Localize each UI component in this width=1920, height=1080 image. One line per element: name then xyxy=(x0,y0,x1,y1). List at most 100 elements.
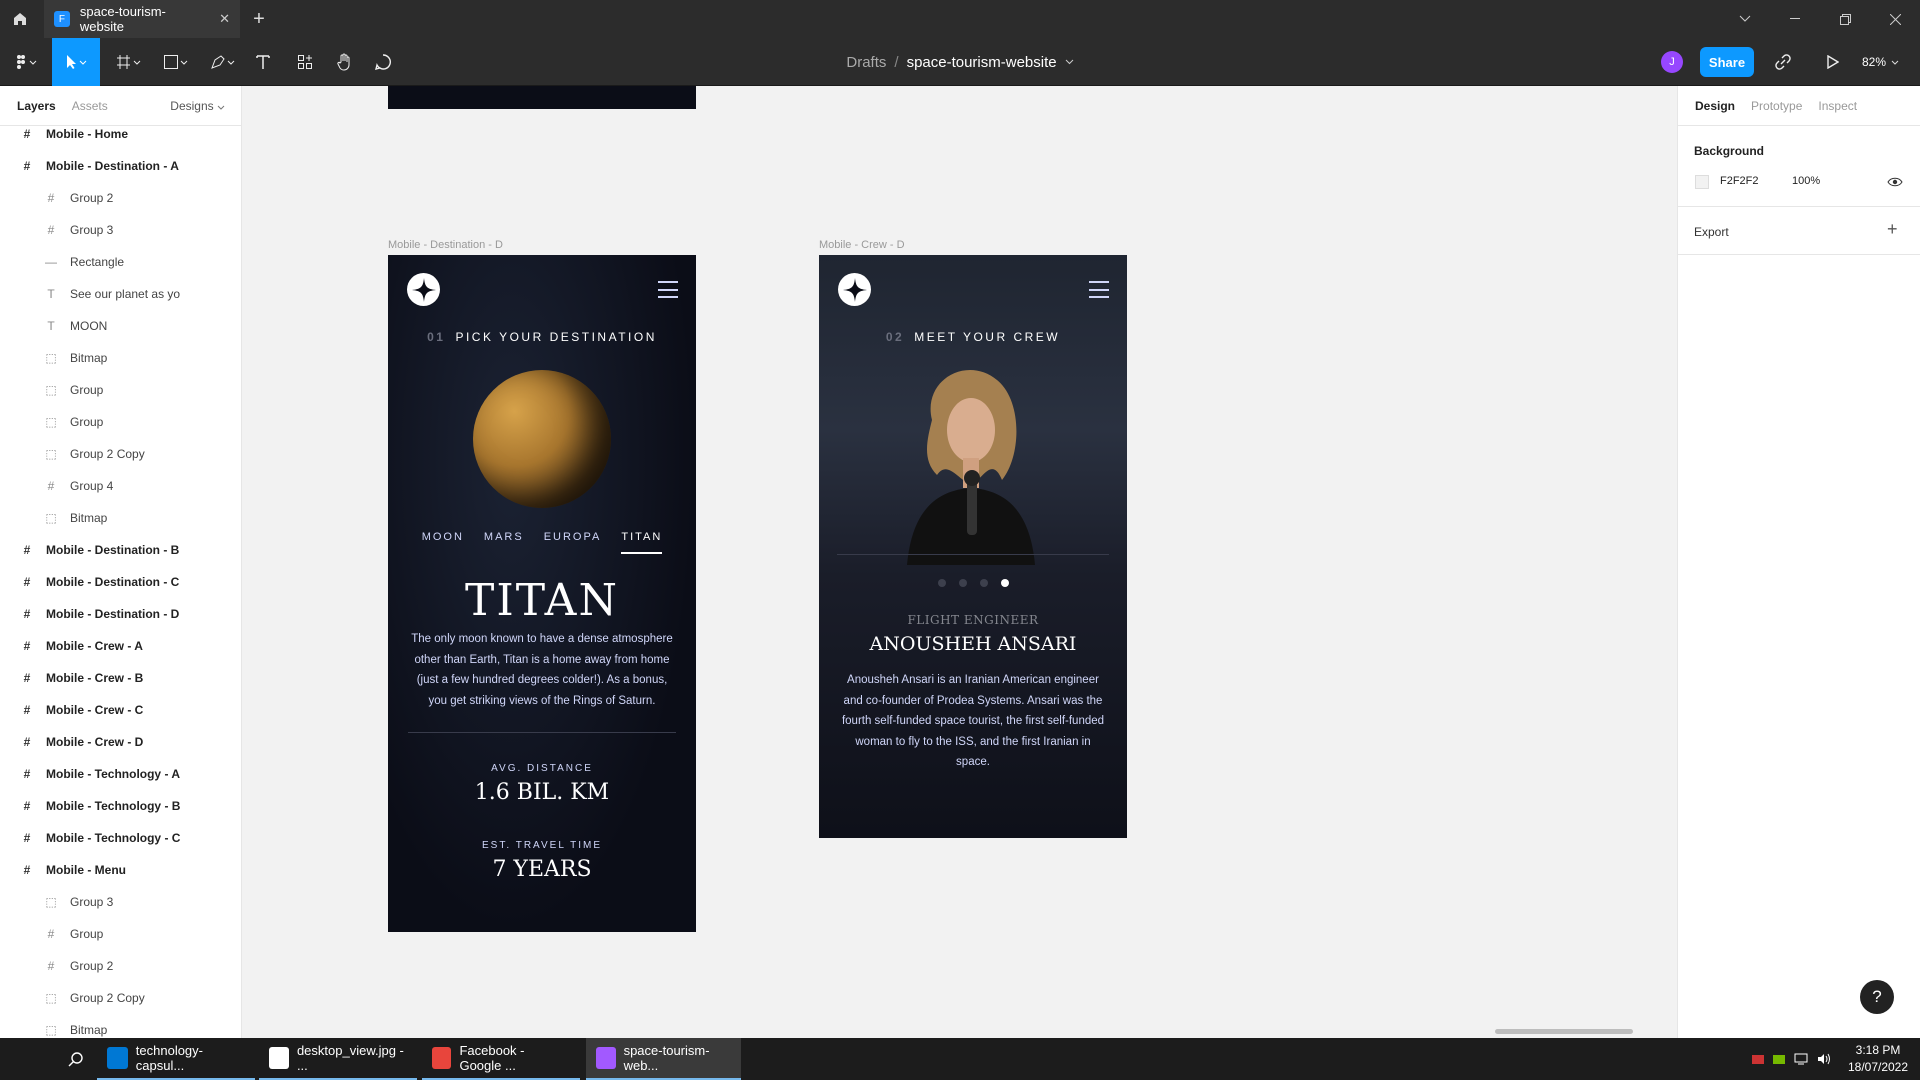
layer-row[interactable]: # Mobile - Destination - C xyxy=(0,566,241,598)
layer-row[interactable]: # Group 2 xyxy=(0,182,241,214)
move-tool-button[interactable] xyxy=(52,38,100,86)
layer-row[interactable]: # Mobile - Menu xyxy=(0,854,241,886)
background-hex[interactable]: F2F2F2 xyxy=(1720,175,1759,187)
present-button[interactable] xyxy=(1812,38,1854,86)
tab-assets[interactable]: Assets xyxy=(72,99,108,113)
layer-row[interactable]: # Mobile - Home xyxy=(0,118,241,150)
tab-space-tourism-website[interactable]: F space-tourism-website ✕ xyxy=(44,0,240,38)
help-button[interactable]: ? xyxy=(1860,980,1894,1014)
frame-icon: # xyxy=(23,127,31,141)
layer-row[interactable]: # Mobile - Crew - D xyxy=(0,726,241,758)
resources-button[interactable] xyxy=(284,38,326,86)
layer-row[interactable]: ⬚ Bitmap xyxy=(0,1014,241,1038)
taskbar-app-label: space-tourism-web... xyxy=(623,1043,710,1073)
pages-label: Designs xyxy=(170,98,214,113)
pages-dropdown[interactable]: Designs xyxy=(170,99,225,113)
layer-row[interactable]: # Group 4 xyxy=(0,470,241,502)
taskbar-app[interactable]: Facebook - Google ... xyxy=(422,1038,580,1080)
layer-row[interactable]: # Mobile - Technology - B xyxy=(0,790,241,822)
zoom-dropdown[interactable]: 82% xyxy=(1862,38,1914,86)
search-button[interactable] xyxy=(55,1038,97,1080)
search-icon xyxy=(68,1052,83,1067)
pagination-dot xyxy=(937,579,946,587)
layer-row[interactable]: # Mobile - Crew - A xyxy=(0,630,241,662)
layer-row[interactable]: # Mobile - Crew - B xyxy=(0,662,241,694)
copy-link-button[interactable] xyxy=(1762,38,1804,86)
layer-row[interactable]: ⬚ Group 2 Copy xyxy=(0,438,241,470)
frame-mobile-destination-d[interactable]: 01 PICK YOUR DESTINATION MOON MARS EUROPA… xyxy=(388,255,696,932)
frame-label-crew[interactable]: Mobile - Crew - D xyxy=(819,239,905,251)
restore-button[interactable] xyxy=(1820,0,1870,38)
share-button[interactable]: Share xyxy=(1700,47,1754,77)
network-icon[interactable] xyxy=(1794,1053,1808,1065)
add-export-button[interactable]: + xyxy=(1887,219,1898,240)
layer-label: Mobile - Menu xyxy=(46,863,126,877)
background-swatch[interactable] xyxy=(1695,175,1709,189)
layer-row[interactable]: ⬚ Bitmap xyxy=(0,502,241,534)
frame-icon: # xyxy=(23,831,31,845)
image-icon: ⬚ xyxy=(45,991,57,1005)
taskbar-app[interactable]: technology-capsul... xyxy=(97,1038,255,1080)
layer-row[interactable]: ⬚ Bitmap xyxy=(0,342,241,374)
close-window-button[interactable] xyxy=(1870,0,1920,38)
layer-row[interactable]: # Mobile - Destination - D xyxy=(0,598,241,630)
layer-row[interactable]: # Group xyxy=(0,918,241,950)
minimize-button[interactable] xyxy=(1770,0,1820,38)
taskbar-app[interactable]: space-tourism-web... xyxy=(586,1038,741,1080)
dropdown-button[interactable] xyxy=(1720,0,1770,38)
volume-icon[interactable] xyxy=(1817,1053,1831,1065)
shape-tool-button[interactable] xyxy=(155,38,197,86)
layer-row[interactable]: # Group 2 xyxy=(0,950,241,982)
layer-row[interactable]: ⬚ Group xyxy=(0,406,241,438)
layer-row[interactable]: T MOON xyxy=(0,310,241,342)
layer-row[interactable]: # Group 3 xyxy=(0,214,241,246)
image-icon: ⬚ xyxy=(45,415,57,429)
hand-tool-button[interactable] xyxy=(324,38,366,86)
travel-time-label: EST. TRAVEL TIME xyxy=(482,840,602,851)
frame-icon: # xyxy=(23,863,31,877)
layer-row[interactable]: T See our planet as yo xyxy=(0,278,241,310)
tab-inspect[interactable]: Inspect xyxy=(1818,99,1857,113)
text-tool-button[interactable] xyxy=(242,38,284,86)
layer-label: Mobile - Technology - A xyxy=(46,767,180,781)
pen-tool-button[interactable] xyxy=(202,38,244,86)
horizontal-scrollbar[interactable] xyxy=(1495,1029,1633,1034)
layers-panel: Layers Assets Designs # Mobile - Home # Mob… xyxy=(0,86,242,1038)
frame-mobile-home-partial[interactable] xyxy=(388,86,696,109)
eye-icon[interactable] xyxy=(1887,176,1903,188)
layer-row[interactable]: # Mobile - Technology - A xyxy=(0,758,241,790)
tab-design[interactable]: Design xyxy=(1695,99,1735,113)
crew-role: FLIGHT ENGINEER xyxy=(907,613,1039,627)
frame-tool-button[interactable] xyxy=(108,38,150,86)
main-menu-button[interactable] xyxy=(6,38,48,86)
layer-row[interactable]: ⬚ Group xyxy=(0,374,241,406)
new-tab-button[interactable]: + xyxy=(244,0,274,38)
layer-row[interactable]: — Rectangle xyxy=(0,246,241,278)
tab-prototype[interactable]: Prototype xyxy=(1751,99,1802,113)
breadcrumb-drafts[interactable]: Drafts xyxy=(846,54,886,71)
background-opacity[interactable]: 100% xyxy=(1792,175,1820,187)
layer-row[interactable]: ⬚ Group 3 xyxy=(0,886,241,918)
layer-row[interactable]: ⬚ Group 2 Copy xyxy=(0,982,241,1014)
taskbar-app[interactable]: desktop_view.jpg - ... xyxy=(259,1038,417,1080)
comment-tool-button[interactable] xyxy=(362,38,404,86)
layer-row[interactable]: # Mobile - Crew - C xyxy=(0,694,241,726)
flag-icon[interactable] xyxy=(1752,1054,1764,1064)
frame-label-destination[interactable]: Mobile - Destination - D xyxy=(388,239,503,251)
home-button[interactable] xyxy=(0,0,40,38)
layer-label: Mobile - Technology - B xyxy=(46,799,181,813)
divider xyxy=(408,732,676,733)
file-name[interactable]: space-tourism-website xyxy=(907,54,1057,71)
chevron-down-icon[interactable] xyxy=(1065,59,1074,65)
tab-close-icon[interactable]: ✕ xyxy=(219,11,230,27)
pen-icon xyxy=(211,55,235,69)
taskbar-clock[interactable]: 3:18 PM 18/07/2022 xyxy=(1840,1042,1916,1076)
layer-row[interactable]: # Mobile - Technology - C xyxy=(0,822,241,854)
layer-row[interactable]: # Mobile - Destination - B xyxy=(0,534,241,566)
canvas[interactable]: Mobile - Destination - D 01 PICK YOUR DES… xyxy=(242,86,1677,1038)
frame-mobile-crew-d[interactable]: 02 MEET YOUR CREW FLIGHT ENGINEER ANOUSHE… xyxy=(819,255,1127,838)
nvidia-icon[interactable] xyxy=(1773,1054,1785,1064)
layer-row[interactable]: # Mobile - Destination - A xyxy=(0,150,241,182)
avatar[interactable]: J xyxy=(1661,51,1683,73)
tab-layers[interactable]: Layers xyxy=(17,99,56,113)
